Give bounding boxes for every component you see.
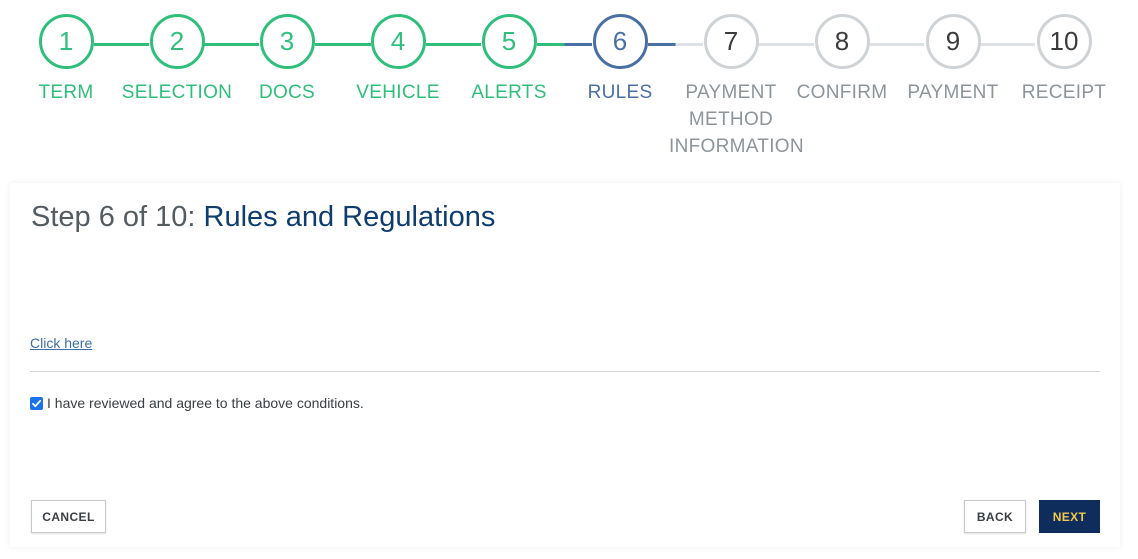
step-circle: 6	[592, 14, 648, 69]
progress-stepper: 1 TERM 2 SELECTION 3 DOCS 4 VEHICLE 5 AL…	[0, 0, 1138, 180]
step-circle: 8	[814, 14, 870, 69]
agree-row: I have reviewed and agree to the above c…	[30, 395, 364, 411]
step-label: DOCS	[258, 82, 316, 103]
step-label: TERM	[38, 82, 94, 103]
step-circle: 3	[259, 14, 315, 69]
step-circle: 7	[703, 14, 759, 69]
step-circle: 1	[38, 14, 94, 69]
divider	[30, 371, 1100, 372]
rules-card: Step 6 of 10: Rules and Regulations Clic…	[10, 183, 1120, 547]
step-label: PAYMENT	[907, 82, 999, 103]
agree-label[interactable]: I have reviewed and agree to the above c…	[47, 395, 364, 411]
page-title: Step 6 of 10: Rules and Regulations	[31, 201, 495, 234]
back-button[interactable]: BACK	[964, 500, 1026, 533]
cancel-button[interactable]: CANCEL	[31, 500, 106, 533]
step-circle: 9	[925, 14, 981, 69]
step-circle: 2	[149, 14, 205, 69]
rules-link[interactable]: Click here	[30, 335, 92, 351]
step-circle: 4	[370, 14, 426, 69]
step-label: CONFIRM	[796, 82, 888, 103]
step-term[interactable]: 1 TERM	[6, 14, 126, 106]
step-payment: 9 PAYMENT	[893, 14, 1013, 106]
step-alerts[interactable]: 5 ALERTS	[449, 14, 569, 106]
step-label: VEHICLE	[356, 82, 440, 103]
page: 1 TERM 2 SELECTION 3 DOCS 4 VEHICLE 5 AL…	[0, 0, 1138, 559]
step-label: SELECTION	[121, 82, 233, 103]
step-circle: 5	[481, 14, 537, 69]
step-vehicle[interactable]: 4 VEHICLE	[338, 14, 458, 106]
step-label: ALERTS	[471, 82, 547, 103]
step-circle: 10	[1036, 14, 1092, 69]
agree-checkbox[interactable]	[30, 396, 43, 410]
checkmark-icon	[32, 399, 42, 407]
step-label: RECEIPT	[1021, 82, 1107, 103]
next-button[interactable]: NEXT	[1039, 500, 1100, 533]
step-title: Rules and Regulations	[203, 201, 496, 233]
step-counter: Step 6 of 10:	[31, 201, 196, 233]
step-receipt: 10 RECEIPT	[1004, 14, 1124, 106]
step-docs[interactable]: 3 DOCS	[227, 14, 347, 106]
step-selection[interactable]: 2 SELECTION	[117, 14, 237, 106]
step-confirm: 8 CONFIRM	[782, 14, 902, 106]
